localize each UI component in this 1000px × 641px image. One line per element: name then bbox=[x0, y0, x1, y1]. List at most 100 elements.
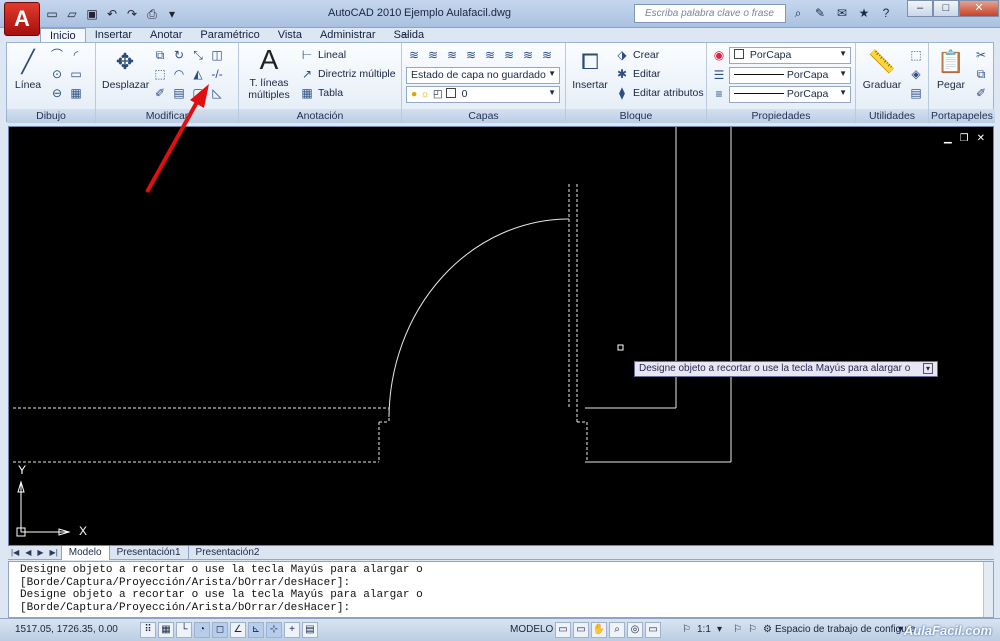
minimize-button[interactable]: – bbox=[907, 0, 933, 17]
help-icon[interactable]: ? bbox=[878, 5, 894, 21]
favorites-icon[interactable]: ★ bbox=[856, 5, 872, 21]
annotation-visibility-icon[interactable]: ⚐ bbox=[733, 624, 742, 635]
otrack-toggle-icon[interactable]: ∠ bbox=[230, 622, 246, 638]
panel-label-anotacion[interactable]: Anotación bbox=[239, 109, 401, 123]
layer-dropdown[interactable]: ● ☼ ◰ 0 ▼ bbox=[406, 86, 560, 103]
mtext-button[interactable]: A T. líneas múltiples bbox=[245, 45, 293, 102]
linetype-icon[interactable]: ☰ bbox=[711, 67, 727, 83]
array-icon[interactable]: ▤ bbox=[171, 85, 187, 101]
dropdown-icon[interactable]: ▾ bbox=[164, 6, 180, 22]
quick-select-icon[interactable]: ⬚ bbox=[908, 47, 924, 63]
tab-presentacion2[interactable]: Presentación2 bbox=[187, 545, 267, 560]
next-layout-icon[interactable]: ▶ bbox=[34, 548, 46, 557]
showmotion-icon[interactable]: ▭ bbox=[645, 622, 661, 638]
ellipse-icon[interactable]: ⊖ bbox=[49, 85, 65, 101]
chevron-down-icon[interactable]: ▾ bbox=[717, 624, 722, 635]
measure-button[interactable]: 📏 Graduar bbox=[860, 47, 904, 91]
create-block-button[interactable]: ⬗ Crear bbox=[614, 47, 659, 63]
pan-icon[interactable]: ✋ bbox=[591, 622, 607, 638]
layer-off-icon[interactable]: ≋ bbox=[463, 47, 479, 63]
polyline-icon[interactable]: ⌒ bbox=[49, 47, 65, 63]
multileader-button[interactable]: ↗ Directriz múltiple bbox=[299, 66, 396, 82]
lineweight-toggle-icon[interactable]: + bbox=[284, 622, 300, 638]
open-folder-icon[interactable]: ▱ bbox=[64, 6, 80, 22]
lineweight-dropdown[interactable]: PorCapa ▼ bbox=[729, 86, 851, 103]
panel-label-propiedades[interactable]: Propiedades bbox=[707, 109, 855, 123]
maximize-button[interactable]: □ bbox=[933, 0, 959, 17]
panel-label-portapapeles[interactable]: Portapapeles bbox=[929, 109, 995, 123]
qp-toggle-icon[interactable]: ▤ bbox=[302, 622, 318, 638]
panel-label-capas[interactable]: Capas bbox=[402, 109, 565, 123]
tab-vista[interactable]: Vista bbox=[269, 28, 311, 42]
rotate-icon[interactable]: ↻ bbox=[171, 47, 187, 63]
prev-layout-icon[interactable]: ◀ bbox=[22, 548, 34, 557]
color-dropdown[interactable]: PorCapa ▼ bbox=[729, 47, 851, 64]
tab-administrar[interactable]: Administrar bbox=[311, 28, 385, 42]
tooltip-options-icon[interactable]: ▾ bbox=[923, 363, 934, 374]
color-wheel-icon[interactable]: ◉ bbox=[711, 47, 727, 63]
tab-modelo[interactable]: Modelo bbox=[60, 545, 109, 560]
paste-button[interactable]: 📋 Pegar bbox=[933, 47, 969, 91]
fillet-icon[interactable]: ◠ bbox=[171, 66, 187, 82]
trim-icon[interactable]: -/- bbox=[209, 66, 225, 82]
table-button[interactable]: ▦ Tabla bbox=[299, 85, 343, 101]
coordinates-readout[interactable]: 1517.05, 1726.35, 0.00 bbox=[15, 624, 118, 635]
annotation-scale[interactable]: 1:1 bbox=[697, 624, 711, 635]
search-input[interactable]: Escriba palabra clave o frase bbox=[634, 4, 786, 23]
drawing-canvas[interactable]: ▁ ❐ ✕ Y X Designe objeto a recortar o us… bbox=[8, 126, 994, 546]
linetype-dropdown[interactable]: PorCapa ▼ bbox=[729, 67, 851, 84]
model-space-label[interactable]: MODELO bbox=[510, 624, 553, 635]
panel-label-bloque[interactable]: Bloque bbox=[566, 109, 706, 123]
application-menu-button[interactable]: A bbox=[4, 2, 40, 36]
offset-icon[interactable]: ▢ bbox=[190, 85, 206, 101]
select-all-icon[interactable]: ◈ bbox=[908, 66, 924, 82]
layer-freeze-icon[interactable]: ≋ bbox=[501, 47, 517, 63]
layer-match-icon[interactable]: ≋ bbox=[482, 47, 498, 63]
redo-icon[interactable]: ↷ bbox=[124, 6, 140, 22]
chamfer-icon[interactable]: ◺ bbox=[209, 85, 225, 101]
new-file-icon[interactable]: ▭ bbox=[44, 6, 60, 22]
annotation-scale-icon[interactable]: ⚐ bbox=[682, 624, 691, 635]
snap-toggle-icon[interactable]: ⠿ bbox=[140, 622, 156, 638]
layer-properties-icon[interactable]: ≋ bbox=[406, 47, 422, 63]
rectangle-icon[interactable]: ▭ bbox=[68, 66, 84, 82]
layer-lock-icon[interactable]: ≋ bbox=[520, 47, 536, 63]
ortho-toggle-icon[interactable]: └ bbox=[176, 622, 192, 638]
tab-insertar[interactable]: Insertar bbox=[86, 28, 141, 42]
match-properties-icon[interactable]: ✐ bbox=[973, 85, 989, 101]
mirror-icon[interactable]: ◭ bbox=[190, 66, 206, 82]
undo-icon[interactable]: ↶ bbox=[104, 6, 120, 22]
tab-inicio[interactable]: Inicio bbox=[40, 28, 86, 43]
tab-anotar[interactable]: Anotar bbox=[141, 28, 191, 42]
save-icon[interactable]: ▣ bbox=[84, 6, 100, 22]
ducs-toggle-icon[interactable]: ⊾ bbox=[248, 622, 264, 638]
layer-unisolate-icon[interactable]: ≋ bbox=[539, 47, 555, 63]
workspace-switch[interactable]: Espacio de trabajo de configura bbox=[775, 624, 916, 635]
polar-toggle-icon[interactable]: ◔ bbox=[194, 622, 210, 638]
print-icon[interactable]: ⎙ bbox=[144, 6, 160, 22]
command-scrollbar[interactable] bbox=[983, 562, 993, 617]
layer-stack-icon[interactable]: ◫ bbox=[209, 47, 225, 63]
autoscale-icon[interactable]: ⚐ bbox=[748, 624, 757, 635]
lineweight-icon[interactable]: ≡ bbox=[711, 86, 727, 102]
circle-icon[interactable]: ⊙ bbox=[49, 66, 65, 82]
ribbon-minimize-icon[interactable]: ▭ bbox=[401, 30, 413, 40]
close-button[interactable]: ✕ bbox=[959, 0, 999, 17]
workspace-gear-icon[interactable]: ⚙ bbox=[763, 624, 772, 635]
move-button[interactable]: ✥ Desplazar bbox=[102, 47, 149, 91]
layer-state-icon[interactable]: ≋ bbox=[425, 47, 441, 63]
quick-view-drawings-icon[interactable]: ▭ bbox=[573, 622, 589, 638]
zoom-icon[interactable]: ⌕ bbox=[609, 622, 625, 638]
calculator-icon[interactable]: ▤ bbox=[908, 85, 924, 101]
last-layout-icon[interactable]: ▶| bbox=[47, 548, 61, 557]
tab-parametrico[interactable]: Paramétrico bbox=[191, 28, 268, 42]
cut-icon[interactable]: ✂ bbox=[973, 47, 989, 63]
edit-attributes-button[interactable]: ⧫ Editar atributos bbox=[614, 85, 704, 101]
quick-view-layouts-icon[interactable]: ▭ bbox=[555, 622, 571, 638]
binoculars-icon[interactable]: ⌕ bbox=[790, 5, 806, 21]
tools-icon[interactable]: ✎ bbox=[812, 5, 828, 21]
scale-icon[interactable]: ⤡ bbox=[190, 47, 206, 63]
connect-icon[interactable]: ✉ bbox=[834, 5, 850, 21]
grid-toggle-icon[interactable]: ▦ bbox=[158, 622, 174, 638]
stretch-icon[interactable]: ⬚ bbox=[152, 66, 168, 82]
